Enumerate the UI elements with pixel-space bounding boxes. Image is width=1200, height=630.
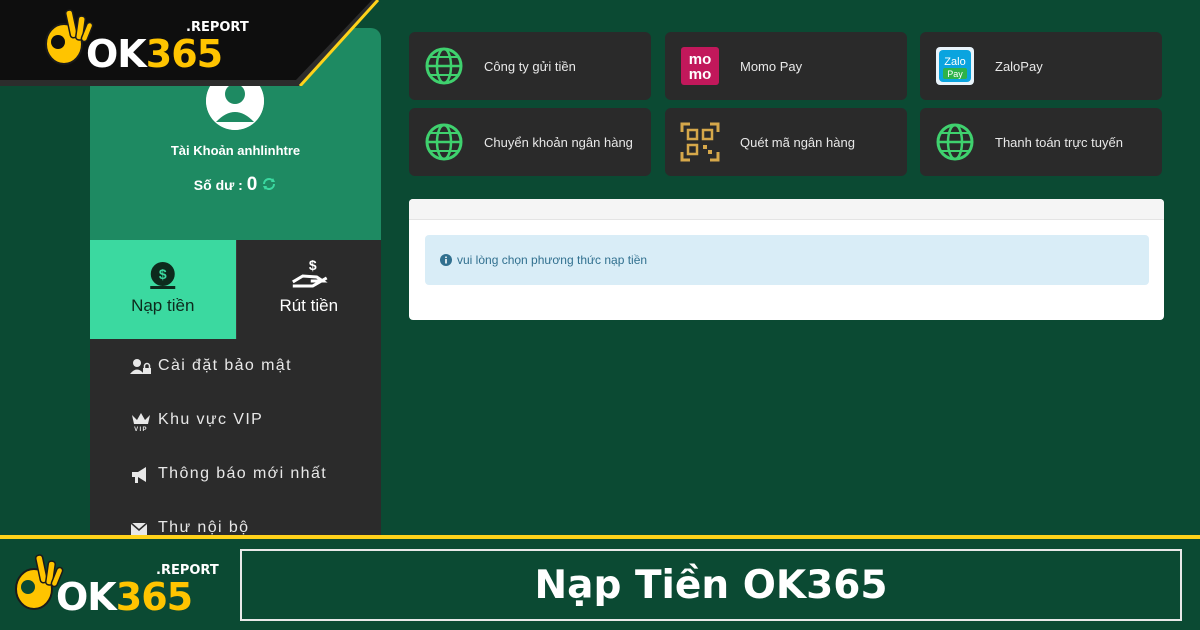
- zalopay-icon-text-top: Zalo: [944, 56, 965, 68]
- deposit-info-panel: vui lòng chọn phương thức nạp tiền: [409, 199, 1164, 320]
- tab-withdraw[interactable]: $ Rút tiền: [235, 240, 381, 339]
- menu-item-security-label: Cài đặt bảo mật: [158, 357, 292, 374]
- globe-icon: [425, 47, 463, 85]
- banner-logo-suffix: .REPORT: [156, 563, 219, 578]
- method-momo-label: Momo Pay: [740, 58, 803, 74]
- qr-code-icon: [680, 122, 720, 162]
- menu-item-vip[interactable]: VIP Khu vực VIP: [90, 394, 381, 448]
- sidebar-menu: Cài đặt bảo mật VIP Khu vực VIP Thông bá…: [90, 340, 381, 540]
- method-bank-transfer-label: Chuyển khoản ngân hàng: [484, 134, 633, 150]
- vip-crown-icon: VIP: [132, 413, 150, 431]
- megaphone-icon: [132, 467, 146, 483]
- menu-item-security[interactable]: Cài đặt bảo mật: [90, 340, 381, 394]
- banner-logo[interactable]: OK365 .REPORT: [0, 539, 235, 630]
- globe-icon: [425, 123, 463, 161]
- bottom-banner: OK365 .REPORT Nạp Tiền OK365: [0, 535, 1200, 630]
- logo-suffix: .REPORT: [186, 20, 249, 35]
- refresh-icon[interactable]: [261, 176, 277, 192]
- method-online-payment[interactable]: Thanh toán trực tuyến: [920, 108, 1162, 176]
- top-logo[interactable]: OK365 .REPORT: [0, 0, 392, 88]
- svg-text:VIP: VIP: [134, 427, 148, 431]
- svg-text:$: $: [308, 257, 316, 273]
- zalopay-icon-text-bottom: Pay: [947, 69, 963, 79]
- banner-title-box: Nạp Tiền OK365: [240, 549, 1182, 621]
- notice-alert: vui lòng chọn phương thức nạp tiền: [425, 235, 1149, 285]
- money-bag-icon: $: [150, 262, 176, 289]
- balance-label: Số dư :: [193, 177, 243, 193]
- hand-dollar-icon: $: [291, 257, 328, 288]
- account-name: Tài Khoản anhlinhtre: [170, 143, 301, 158]
- momo-icon: mo mo: [681, 47, 719, 85]
- user-lock-icon: [130, 359, 151, 374]
- svg-text:$: $: [159, 266, 167, 282]
- logo-ok-text: OK365: [86, 32, 223, 76]
- zalopay-icon: Zalo Pay: [936, 47, 974, 85]
- method-zalopay-label: ZaloPay: [995, 58, 1043, 74]
- panel-header: [409, 199, 1164, 220]
- banner-logo-ok-text: OK365: [56, 575, 193, 619]
- menu-item-notifications-label: Thông báo mới nhất: [158, 465, 328, 482]
- method-momo[interactable]: mo mo Momo Pay: [665, 32, 907, 100]
- menu-item-vip-label: Khu vực VIP: [158, 411, 264, 428]
- balance-row: Số dư : 0: [90, 174, 381, 196]
- method-bank-qr-label: Quét mã ngân hàng: [740, 134, 855, 150]
- globe-icon: [936, 123, 974, 161]
- momo-icon-text-bottom: mo: [689, 66, 712, 83]
- method-bank-qr[interactable]: Quét mã ngân hàng: [665, 108, 907, 176]
- account-sidebar: Tài Khoản anhlinhtre Số dư : 0 $ Nạp tiề…: [90, 28, 381, 540]
- method-online-payment-label: Thanh toán trực tuyến: [995, 134, 1123, 150]
- info-circle-icon: [440, 254, 452, 266]
- deposit-withdraw-tabs: $ Nạp tiền $ Rút tiền: [90, 240, 381, 339]
- tab-deposit-label: Nạp tiền: [131, 296, 195, 315]
- tab-deposit[interactable]: $ Nạp tiền: [90, 240, 236, 339]
- method-bank-transfer[interactable]: Chuyển khoản ngân hàng: [409, 108, 651, 176]
- tab-withdraw-label: Rút tiền: [279, 296, 339, 315]
- method-company-transfer[interactable]: Công ty gửi tiền: [409, 32, 651, 100]
- balance-value: 0: [246, 174, 258, 195]
- notice-text: vui lòng chọn phương thức nạp tiền: [457, 253, 648, 267]
- menu-item-notifications[interactable]: Thông báo mới nhất: [90, 448, 381, 502]
- method-zalopay[interactable]: Zalo Pay ZaloPay: [920, 32, 1162, 100]
- banner-title: Nạp Tiền OK365: [534, 562, 888, 608]
- method-company-transfer-label: Công ty gửi tiền: [484, 58, 576, 74]
